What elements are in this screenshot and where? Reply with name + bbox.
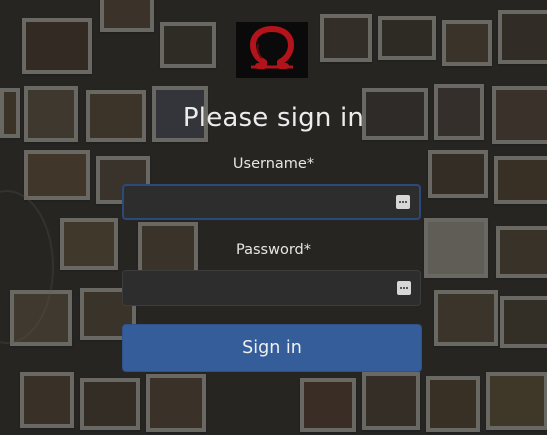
username-field-wrapper — [122, 184, 421, 220]
omega-logo-icon — [250, 26, 294, 69]
logo — [236, 22, 308, 78]
login-page: Please sign in Username* Password* Sign … — [0, 0, 547, 435]
password-manager-icon[interactable] — [396, 195, 410, 209]
password-field-wrapper — [122, 270, 421, 306]
password-label: Password* — [236, 242, 311, 258]
username-label: Username* — [232, 156, 315, 172]
password-input[interactable] — [123, 271, 420, 305]
username-input[interactable] — [124, 186, 419, 218]
password-manager-icon[interactable] — [397, 281, 411, 295]
page-title: Please sign in — [182, 103, 365, 133]
sign-in-button[interactable]: Sign in — [122, 324, 422, 372]
